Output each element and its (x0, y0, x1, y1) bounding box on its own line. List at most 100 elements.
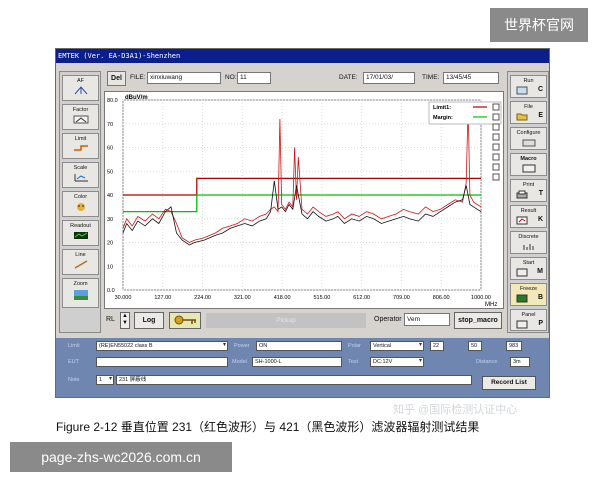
legend-margin-label: Margin: (433, 115, 453, 121)
tool-label: Factor (72, 107, 89, 113)
del-button[interactable]: Del (107, 71, 126, 86)
tool-label: File (524, 104, 533, 110)
tool-label: Macro (520, 156, 537, 162)
legend-limit-label: Limit1: (433, 105, 451, 111)
standard-select[interactable]: (RE)EN55022 class B (96, 341, 228, 351)
polarity-select[interactable]: Vertical (370, 341, 424, 351)
param-label: Polar (348, 343, 361, 349)
param-label: Model (232, 359, 247, 365)
key-button[interactable] (169, 312, 201, 329)
panel-icon (516, 320, 528, 329)
rl-stepper[interactable]: ▲ ▼ (120, 312, 130, 329)
voltage-select[interactable]: DC:12V (370, 357, 424, 367)
configure-button[interactable]: Configure (510, 127, 547, 150)
trace-checkbox[interactable] (492, 103, 500, 111)
run-button[interactable]: Run C (510, 75, 547, 98)
trace-checkbox[interactable] (492, 123, 500, 131)
y-tick-label: 40 (107, 193, 113, 199)
hotkey-label: B (537, 294, 543, 301)
y-axis-label: dBuV/m (125, 95, 148, 101)
line-button[interactable]: Line (62, 249, 99, 275)
y-tick-label: 50 (107, 169, 113, 175)
record-list-button[interactable]: Record List (482, 376, 536, 390)
x-tick-label: 1000.00 (471, 295, 491, 301)
x-axis-unit: MHz (485, 302, 497, 308)
af-button[interactable]: AF (62, 75, 99, 101)
tool-label: Readout (70, 223, 91, 229)
date-label: DATE: (339, 74, 358, 81)
no-input[interactable]: 11 (237, 72, 271, 84)
power-field[interactable]: ON (256, 341, 342, 351)
x-tick-label: 709.00 (393, 295, 410, 301)
param-label: Power (234, 343, 250, 349)
stop-macro-button[interactable]: stop_macro (454, 312, 502, 329)
tool-label: Start (522, 260, 535, 266)
x-tick-label: 515.00 (313, 295, 330, 301)
y-tick-label: 0.0 (107, 288, 115, 294)
no-label: NO: (225, 74, 237, 81)
y-tick-label: 60 (107, 146, 113, 152)
y-tick-label: 30 (107, 217, 113, 223)
hotkey-label: T (538, 190, 543, 197)
y-tick-label: 20 (107, 241, 113, 247)
tool-label: Scale (73, 165, 88, 171)
limit-button[interactable]: Limit (62, 133, 99, 159)
print-button[interactable]: Print T (510, 179, 547, 202)
temperature-field[interactable]: 22 (430, 341, 444, 351)
emi-test-window: EMTEK (Ver. EA-D3A1)-Shenzhen Del FILE: … (55, 48, 550, 398)
file-button[interactable]: File E (510, 101, 547, 124)
factor-button[interactable]: Factor (62, 104, 99, 130)
eut-field[interactable] (96, 357, 228, 367)
note-field[interactable]: 231 屏蔽线 (116, 375, 472, 385)
zhihu-watermark: 知乎 @国际检测认证中心 (393, 404, 518, 416)
trace-checkbox[interactable] (492, 133, 500, 141)
plot-controls: RL ▲ ▼ Log Pickup Operator Vem stop_macro (104, 311, 504, 331)
pressure-field[interactable]: 983 (506, 341, 522, 351)
operator-input[interactable]: Vem (404, 313, 450, 326)
result-button[interactable]: Result K (510, 205, 547, 228)
x-tick-label: 612.00 (353, 295, 370, 301)
x-tick-label: 806.00 (433, 295, 450, 301)
y-tick-label: 10 (107, 264, 113, 270)
trace-checkbox[interactable] (492, 143, 500, 151)
y-tick-label: 70 (107, 122, 113, 128)
tool-label: Color (73, 194, 88, 200)
row-select[interactable]: 1 (96, 375, 114, 385)
zoom-button[interactable]: Zoom (62, 278, 99, 308)
readout-button[interactable]: Readout (62, 220, 99, 246)
left-toolbar: AF Factor Limit Scale Color Readout Line (59, 71, 101, 333)
param-label: Note (68, 377, 80, 383)
trace-checkbox[interactable] (492, 113, 500, 121)
trace-checkbox[interactable] (492, 163, 500, 171)
color-button[interactable]: Color (62, 191, 99, 217)
panel-button[interactable]: Panel P (510, 309, 547, 331)
file-input[interactable]: xinxiuwang (147, 72, 221, 84)
rl-label: RL (106, 316, 115, 323)
macro-icon (522, 164, 535, 173)
macro-button[interactable]: Macro (510, 153, 547, 176)
spectrum-plot: 80.0 70 60 50 40 30 20 10 0.0 30.000 127.00 224.00… (104, 91, 504, 309)
distance-field[interactable]: 3m (510, 357, 530, 367)
param-label: EUT (68, 359, 79, 365)
date-input[interactable]: 17/01/03/ (363, 72, 415, 84)
freeze-button[interactable]: Freeze B (510, 283, 547, 306)
trace-checkbox[interactable] (492, 153, 500, 161)
figure-caption: Figure 2-12 垂直位置 231（红色波形）与 421（黑色波形）滤波器… (56, 420, 480, 434)
param-label: Limit (68, 343, 80, 349)
trace-checkbox[interactable] (492, 173, 500, 181)
log-button[interactable]: Log (134, 312, 164, 329)
result-icon (516, 216, 528, 225)
tool-label: AF (76, 78, 85, 84)
humidity-field[interactable]: 50 (468, 341, 482, 351)
start-button[interactable]: Start M (510, 257, 547, 280)
tool-label: Result (520, 208, 537, 214)
folder-icon (516, 113, 528, 121)
antenna-field[interactable]: SH-1000-L (252, 357, 342, 367)
time-input[interactable]: 13/45/45 (443, 72, 499, 84)
x-tick-label: 418.00 (274, 295, 291, 301)
discrete-button[interactable]: Discrete (510, 231, 547, 254)
scale-button[interactable]: Scale (62, 162, 99, 188)
tool-label: Freeze (519, 286, 538, 292)
configure-icon (522, 139, 535, 147)
param-label: Distance (476, 359, 498, 365)
